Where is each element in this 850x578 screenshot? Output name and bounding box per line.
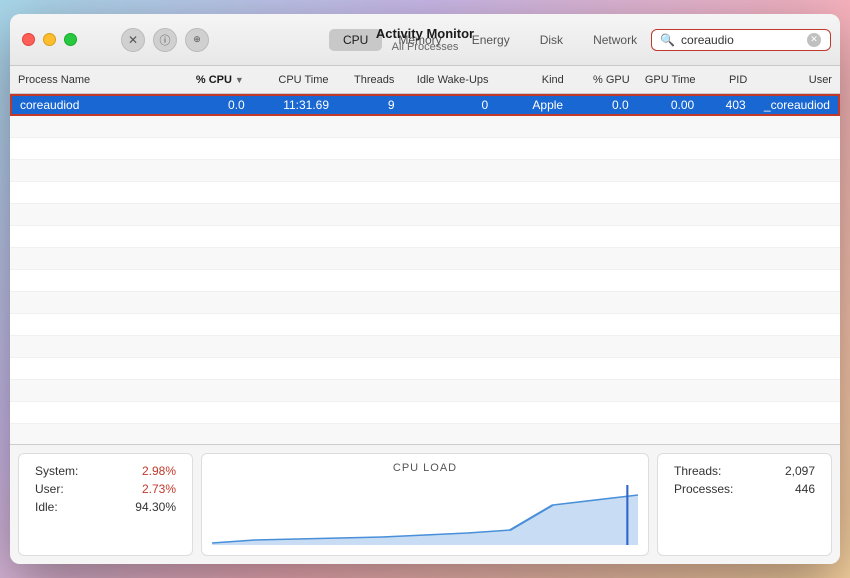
app-subtitle: All Processes xyxy=(376,41,474,53)
bottom-panel: System: 2.98% User: 2.73% Idle: 94.30% C… xyxy=(10,444,840,564)
titlebar: ✕ ⓘ ⊕ Activity Monitor All Processes CPU… xyxy=(10,14,840,66)
titlebar-controls: ✕ ⓘ ⊕ xyxy=(121,28,209,52)
idle-value: 94.30% xyxy=(135,500,176,514)
table-row-empty xyxy=(10,424,840,444)
table-row-empty xyxy=(10,380,840,402)
table-row-empty xyxy=(10,116,840,138)
col-header-cputime[interactable]: CPU Time xyxy=(244,74,329,86)
threads-label: Threads: xyxy=(674,464,721,478)
cell-cpu: 0.0 xyxy=(170,98,245,112)
cell-gputime: 0.00 xyxy=(629,98,695,112)
system-label: System: xyxy=(35,464,78,478)
right-stats-panel: Threads: 2,097 Processes: 446 xyxy=(657,453,832,556)
user-stat-row: User: 2.73% xyxy=(35,482,176,496)
idle-stat-row: Idle: 94.30% xyxy=(35,500,176,514)
col-header-name[interactable]: Process Name xyxy=(18,74,169,86)
table-row-empty xyxy=(10,248,840,270)
search-container: 🔍 ✕ xyxy=(651,29,831,51)
col-header-gputime[interactable]: GPU Time xyxy=(630,74,696,86)
table-body: coreaudiod 0.0 11:31.69 9 0 Apple 0.0 0.… xyxy=(10,94,840,444)
table-row-empty xyxy=(10,270,840,292)
tab-network[interactable]: Network xyxy=(579,29,651,51)
activity-monitor-window: ✕ ⓘ ⊕ Activity Monitor All Processes CPU… xyxy=(10,14,840,564)
table-row-empty xyxy=(10,138,840,160)
cell-user: _coreaudiod xyxy=(746,98,830,112)
search-icon: 🔍 xyxy=(660,33,675,47)
col-header-user[interactable]: User xyxy=(747,74,832,86)
user-value: 2.73% xyxy=(142,482,176,496)
col-header-gpu[interactable]: % GPU xyxy=(564,74,630,86)
processes-stat-row: Processes: 446 xyxy=(674,482,815,496)
table-row-empty xyxy=(10,160,840,182)
table-row-empty xyxy=(10,314,840,336)
tab-cpu[interactable]: CPU xyxy=(329,29,382,51)
cpu-load-title: CPU LOAD xyxy=(393,462,457,474)
table-row-empty xyxy=(10,358,840,380)
system-value: 2.98% xyxy=(142,464,176,478)
table-row-empty xyxy=(10,402,840,424)
col-header-cpu[interactable]: % CPU ▼ xyxy=(169,74,244,86)
threads-value: 2,097 xyxy=(785,464,815,478)
col-header-kind[interactable]: Kind xyxy=(489,74,564,86)
cell-idle: 0 xyxy=(395,98,489,112)
sort-arrow-icon: ▼ xyxy=(235,75,244,85)
threads-stat-row: Threads: 2,097 xyxy=(674,464,815,478)
cell-name: coreaudiod xyxy=(20,98,170,112)
maximize-button[interactable] xyxy=(64,33,77,46)
traffic-lights xyxy=(22,33,77,46)
cpu-load-panel: CPU LOAD xyxy=(201,453,649,556)
user-label: User: xyxy=(35,482,64,496)
info-button[interactable]: ⓘ xyxy=(153,28,177,52)
left-stats-panel: System: 2.98% User: 2.73% Idle: 94.30% xyxy=(18,453,193,556)
close-ctrl-button[interactable]: ✕ xyxy=(121,28,145,52)
cell-pid: 403 xyxy=(694,98,746,112)
table-row-empty xyxy=(10,336,840,358)
minimize-button[interactable] xyxy=(43,33,56,46)
close-button[interactable] xyxy=(22,33,35,46)
col-header-threads[interactable]: Threads xyxy=(329,74,395,86)
app-title: Activity Monitor xyxy=(376,26,474,41)
processes-value: 446 xyxy=(795,482,815,496)
tab-disk[interactable]: Disk xyxy=(526,29,577,51)
table-row-empty xyxy=(10,182,840,204)
cell-gpu: 0.0 xyxy=(563,98,629,112)
cpu-chart xyxy=(212,485,638,545)
system-stat-row: System: 2.98% xyxy=(35,464,176,478)
table-header: Process Name % CPU ▼ CPU Time Threads Id… xyxy=(10,66,840,94)
search-box: 🔍 ✕ xyxy=(651,29,831,51)
cell-cputime: 11:31.69 xyxy=(245,98,329,112)
search-input[interactable] xyxy=(681,33,801,47)
search-clear-button[interactable]: ✕ xyxy=(807,33,821,47)
table-row-empty xyxy=(10,292,840,314)
col-header-pid[interactable]: PID xyxy=(696,74,748,86)
table-row-empty xyxy=(10,226,840,248)
table-row-empty xyxy=(10,204,840,226)
idle-label: Idle: xyxy=(35,500,58,514)
col-header-idle[interactable]: Idle Wake-Ups xyxy=(394,74,488,86)
more-button[interactable]: ⊕ xyxy=(185,28,209,52)
cell-kind: Apple xyxy=(488,98,563,112)
table-row[interactable]: coreaudiod 0.0 11:31.69 9 0 Apple 0.0 0.… xyxy=(10,94,840,116)
app-info: Activity Monitor All Processes xyxy=(376,26,474,53)
processes-label: Processes: xyxy=(674,482,733,496)
cell-threads: 9 xyxy=(329,98,395,112)
chart-area xyxy=(210,478,640,547)
